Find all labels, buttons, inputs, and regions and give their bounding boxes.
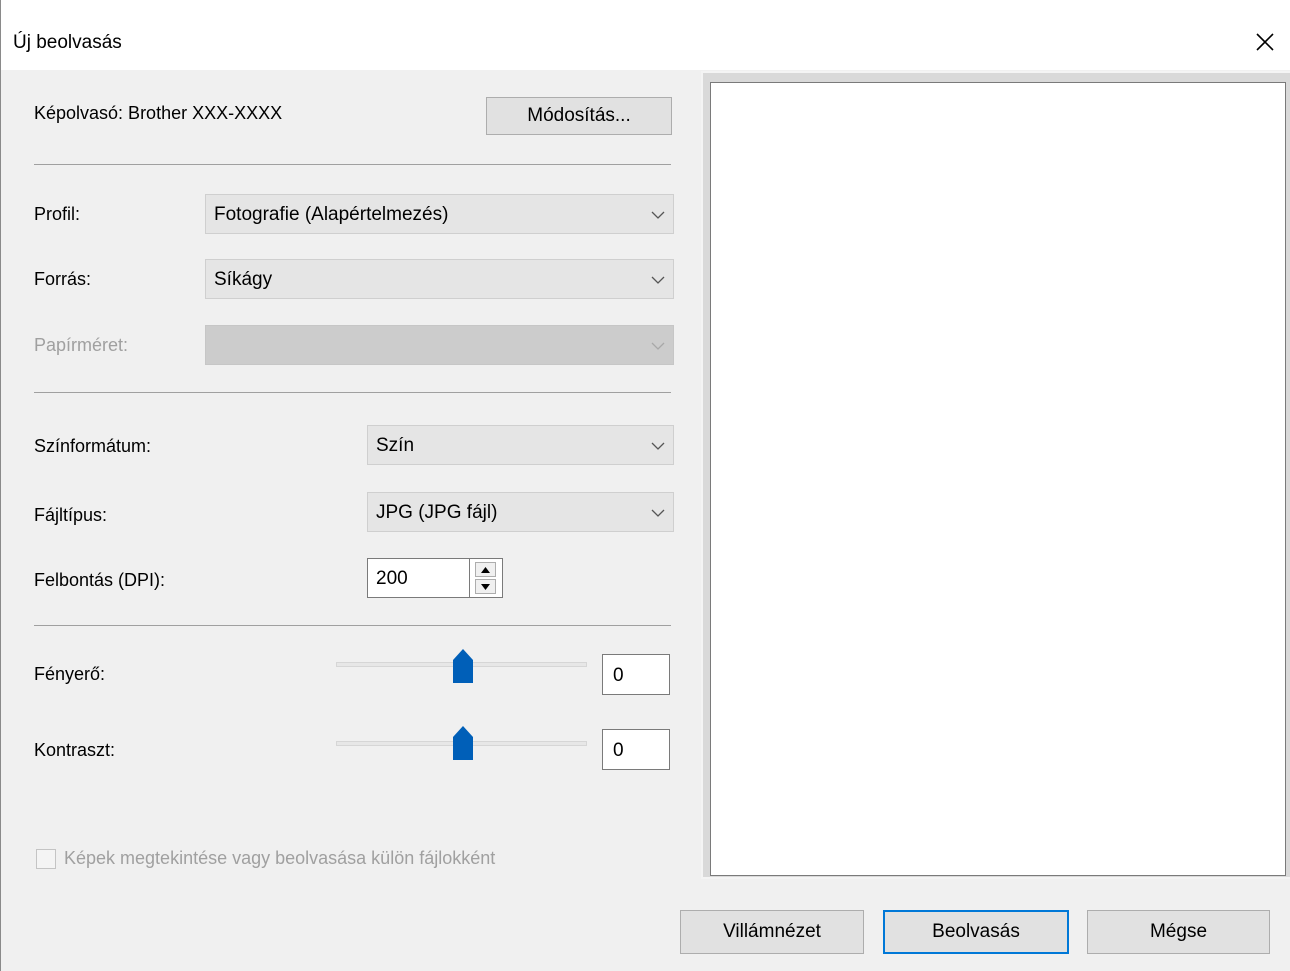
brightness-value: 0 xyxy=(613,665,624,686)
file-type-value: JPG (JPG fájl) xyxy=(376,502,498,523)
profile-value: Fotografie (Alapértelmezés) xyxy=(214,204,449,225)
chevron-down-icon xyxy=(651,442,665,450)
close-button[interactable] xyxy=(1241,18,1290,64)
paper-size-dropdown xyxy=(205,325,674,365)
change-scanner-button[interactable]: Módosítás... xyxy=(486,97,672,135)
source-label: Forrás: xyxy=(34,269,92,289)
cancel-button[interactable]: Mégse xyxy=(1087,910,1270,954)
brightness-slider-thumb[interactable] xyxy=(452,648,474,684)
color-format-label: Színformátum: xyxy=(34,436,152,456)
resolution-input[interactable]: 200 xyxy=(367,558,470,598)
scan-button[interactable]: Beolvasás xyxy=(883,910,1069,954)
separator xyxy=(34,164,671,165)
source-dropdown[interactable]: Síkágy xyxy=(205,259,674,299)
resolution-spinner xyxy=(470,558,503,598)
brightness-value-field[interactable]: 0 xyxy=(602,654,670,695)
preview-panel xyxy=(701,71,1290,879)
new-scan-dialog: Új beolvasás Képolvasó: Brother XXX-XXXX… xyxy=(0,0,1290,971)
contrast-label: Kontraszt: xyxy=(34,740,116,760)
profile-dropdown[interactable]: Fotografie (Alapértelmezés) xyxy=(205,194,674,234)
arrow-up-icon xyxy=(481,567,490,573)
preview-button[interactable]: Villámnézet xyxy=(680,910,864,954)
title-bar: Új beolvasás xyxy=(1,0,1290,70)
separator xyxy=(34,392,671,393)
scanner-label: Képolvasó: Brother XXX-XXXX xyxy=(34,103,283,123)
contrast-value: 0 xyxy=(613,740,624,761)
dialog-title: Új beolvasás xyxy=(13,32,122,53)
arrow-down-icon xyxy=(481,584,490,590)
chevron-down-icon xyxy=(651,276,665,284)
file-type-label: Fájltípus: xyxy=(34,505,108,525)
file-type-dropdown[interactable]: JPG (JPG fájl) xyxy=(367,492,674,532)
chevron-down-icon xyxy=(651,509,665,517)
preview-canvas xyxy=(710,82,1286,876)
profile-label: Profil: xyxy=(34,204,81,224)
chevron-down-icon xyxy=(651,342,665,350)
separator xyxy=(34,625,671,626)
contrast-value-field[interactable]: 0 xyxy=(602,729,670,770)
color-format-value: Szín xyxy=(376,435,415,456)
resolution-label: Felbontás (DPI): xyxy=(34,570,166,590)
resolution-decrease-button[interactable] xyxy=(475,579,496,594)
paper-size-label: Papírméret: xyxy=(34,335,129,355)
separate-files-label: Képek megtekintése vagy beolvasása külön… xyxy=(64,848,496,868)
resolution-increase-button[interactable] xyxy=(475,562,496,577)
separate-files-checkbox xyxy=(36,849,56,869)
resolution-value: 200 xyxy=(376,568,408,589)
chevron-down-icon xyxy=(651,211,665,219)
brightness-label: Fényerő: xyxy=(34,664,106,684)
color-format-dropdown[interactable]: Szín xyxy=(367,425,674,465)
close-icon xyxy=(1256,33,1274,51)
source-value: Síkágy xyxy=(214,269,273,290)
contrast-slider-thumb[interactable] xyxy=(452,725,474,761)
